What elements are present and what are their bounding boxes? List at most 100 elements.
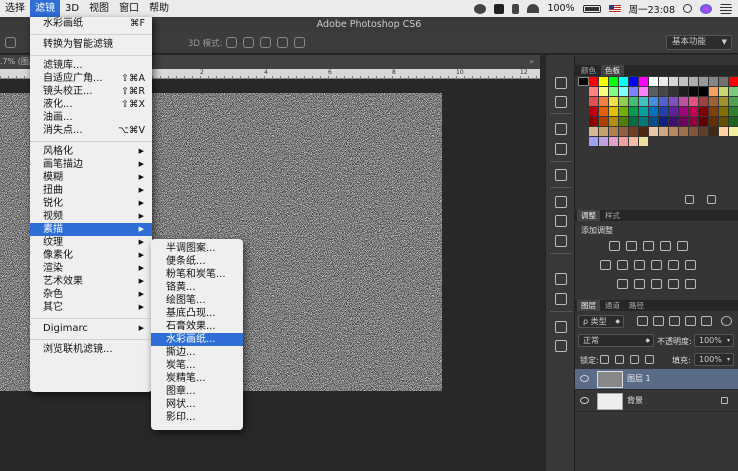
color-swatch[interactable] bbox=[599, 107, 608, 116]
filter-shape-icon[interactable] bbox=[685, 316, 696, 326]
color-swatch[interactable] bbox=[699, 77, 708, 86]
posterize-icon[interactable] bbox=[634, 279, 645, 289]
fill-field[interactable]: 100% ▾ bbox=[694, 353, 734, 366]
color-swatch[interactable] bbox=[699, 107, 708, 116]
color-swatch[interactable] bbox=[679, 87, 688, 96]
color-swatch[interactable] bbox=[619, 77, 628, 86]
channel-mixer-icon[interactable] bbox=[668, 260, 679, 270]
color-swatch[interactable] bbox=[699, 87, 708, 96]
us-flag-icon[interactable] bbox=[608, 4, 621, 13]
foreground-swatch[interactable] bbox=[578, 77, 589, 86]
color-swatch[interactable] bbox=[659, 97, 668, 106]
notification-center-icon[interactable] bbox=[720, 3, 732, 14]
color-swatch[interactable] bbox=[699, 97, 708, 106]
filter-menu-item[interactable]: 滤镜库... bbox=[30, 59, 152, 72]
tab-styles[interactable]: 样式 bbox=[601, 210, 624, 221]
eye-icon[interactable] bbox=[580, 375, 589, 382]
filter-adjustment-icon[interactable] bbox=[653, 316, 664, 326]
color-swatch[interactable] bbox=[639, 117, 648, 126]
filter-menu-item[interactable]: 锐化 ▶ bbox=[30, 197, 152, 210]
color-swatch[interactable] bbox=[659, 107, 668, 116]
color-swatch[interactable] bbox=[649, 117, 658, 126]
menubar-clock[interactable]: 周一23:08 bbox=[629, 2, 675, 16]
color-swatch[interactable] bbox=[709, 97, 718, 106]
brush-presets-icon[interactable] bbox=[555, 123, 567, 135]
color-swatch[interactable] bbox=[719, 127, 728, 136]
color-swatch[interactable] bbox=[629, 117, 638, 126]
layer-row-background[interactable]: 背景 bbox=[575, 391, 738, 412]
color-swatch[interactable] bbox=[709, 107, 718, 116]
color-swatch[interactable] bbox=[679, 117, 688, 126]
color-swatch[interactable] bbox=[669, 87, 678, 96]
sketch-menu-item[interactable]: 石膏效果... bbox=[151, 320, 243, 333]
filter-type-icon[interactable] bbox=[669, 316, 680, 326]
color-swatch[interactable] bbox=[589, 87, 598, 96]
tab-channels[interactable]: 通道 bbox=[601, 300, 624, 311]
properties-icon[interactable] bbox=[555, 321, 567, 333]
tab-swatches[interactable]: 色板 bbox=[601, 65, 624, 76]
filter-menu-item[interactable]: 模糊 ▶ bbox=[30, 171, 152, 184]
color-swatch[interactable] bbox=[729, 107, 738, 116]
color-swatch[interactable] bbox=[599, 77, 608, 86]
filter-menu-item[interactable]: 浏览联机滤镜... bbox=[30, 343, 152, 356]
color-swatch[interactable] bbox=[589, 97, 598, 106]
color-swatch[interactable] bbox=[669, 127, 678, 136]
color-swatch[interactable] bbox=[629, 127, 638, 136]
color-swatch[interactable] bbox=[609, 137, 618, 146]
color-swatch[interactable] bbox=[669, 77, 678, 86]
color-swatch[interactable] bbox=[719, 87, 728, 96]
brightness-icon[interactable] bbox=[609, 241, 620, 251]
filter-menu-item[interactable]: Digimarc ▶ bbox=[30, 322, 152, 335]
layer-name[interactable]: 图层 1 bbox=[627, 373, 651, 384]
filter-menu-item[interactable]: 水彩画纸 ⌘F bbox=[30, 17, 152, 30]
color-swatch[interactable] bbox=[619, 97, 628, 106]
sketch-menu-item[interactable]: 半调图案... bbox=[151, 242, 243, 255]
selective-color-icon[interactable] bbox=[685, 279, 696, 289]
roll-3d-icon[interactable] bbox=[243, 37, 254, 48]
creative-cloud-icon[interactable] bbox=[474, 3, 487, 14]
color-swatch[interactable] bbox=[659, 127, 668, 136]
color-swatch[interactable] bbox=[609, 127, 618, 136]
color-swatch[interactable] bbox=[709, 117, 718, 126]
sketch-menu-item[interactable]: 粉笔和炭笔... bbox=[151, 268, 243, 281]
menu-3d[interactable]: 3D bbox=[60, 0, 84, 17]
color-swatch[interactable] bbox=[639, 137, 648, 146]
color-swatch[interactable] bbox=[639, 127, 648, 136]
sketch-menu-item[interactable]: 铬黄... bbox=[151, 281, 243, 294]
paragraph-icon[interactable] bbox=[555, 293, 567, 305]
filter-menu-item[interactable]: 风格化 ▶ bbox=[30, 145, 152, 158]
sketch-menu-item[interactable]: 绘图笔... bbox=[151, 294, 243, 307]
color-swatch[interactable] bbox=[639, 87, 648, 96]
3d-materials-icon[interactable] bbox=[555, 215, 567, 227]
workspace-select[interactable]: 基本功能 ▼ bbox=[666, 35, 732, 50]
tab-adjustments[interactable]: 调整 bbox=[577, 210, 600, 221]
color-swatch[interactable] bbox=[679, 77, 688, 86]
filter-menu-item[interactable]: 渲染 ▶ bbox=[30, 262, 152, 275]
filter-smart-icon[interactable] bbox=[701, 316, 712, 326]
pan-3d-icon[interactable] bbox=[260, 37, 271, 48]
blend-mode-select[interactable]: 正常 ◆ bbox=[578, 334, 654, 347]
filter-menu-item[interactable]: 艺术效果 ▶ bbox=[30, 275, 152, 288]
slide-3d-icon[interactable] bbox=[277, 37, 288, 48]
notes-icon[interactable] bbox=[555, 340, 567, 352]
filter-pixel-icon[interactable] bbox=[637, 316, 648, 326]
color-swatch[interactable] bbox=[689, 107, 698, 116]
filter-menu-item[interactable]: 扭曲 ▶ bbox=[30, 184, 152, 197]
color-swatch[interactable] bbox=[709, 77, 718, 86]
sketch-menu-item[interactable]: 炭精笔... bbox=[151, 372, 243, 385]
lock-image-icon[interactable] bbox=[615, 355, 624, 364]
clone-source-icon[interactable] bbox=[555, 169, 567, 181]
rotate-3d-icon[interactable] bbox=[226, 37, 237, 48]
color-swatch[interactable] bbox=[729, 87, 738, 96]
color-swatch[interactable] bbox=[659, 87, 668, 96]
filter-menu-item[interactable]: 画笔描边 ▶ bbox=[30, 158, 152, 171]
filter-menu-item[interactable]: 消失点... ⌥⌘V bbox=[30, 124, 152, 137]
color-swatch[interactable] bbox=[589, 127, 598, 136]
history-icon[interactable] bbox=[555, 77, 567, 89]
color-swatch[interactable] bbox=[629, 87, 638, 96]
filter-menu-item[interactable]: 转换为智能滤镜 bbox=[30, 38, 152, 51]
color-swatch[interactable] bbox=[639, 107, 648, 116]
butterfly-icon[interactable] bbox=[494, 3, 505, 14]
brush-icon[interactable] bbox=[555, 143, 567, 155]
color-swatch[interactable] bbox=[649, 87, 658, 96]
